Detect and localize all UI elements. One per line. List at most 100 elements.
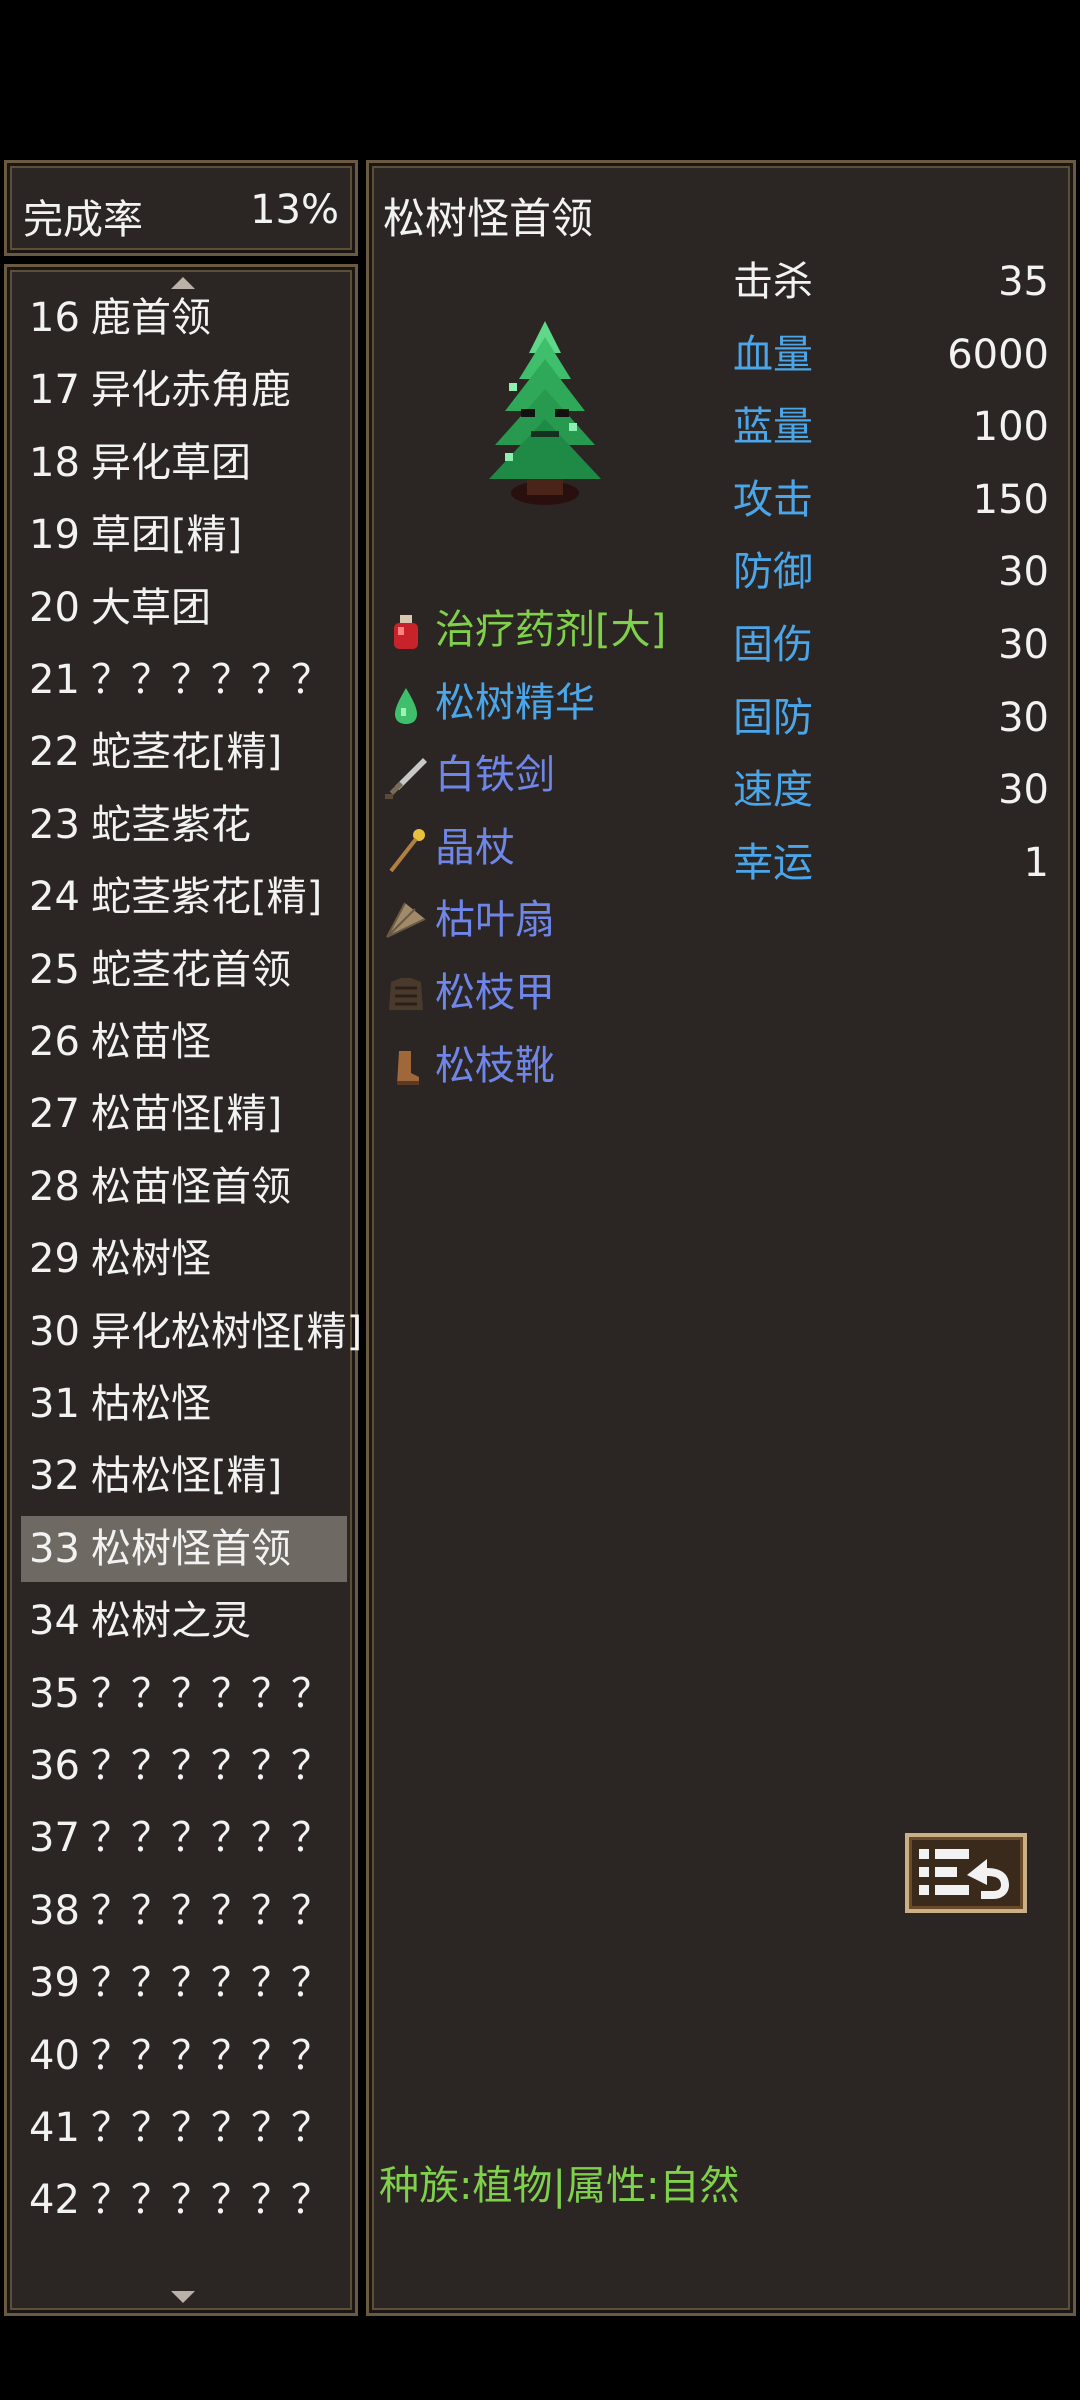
pine-tree-monster-icon xyxy=(465,313,625,513)
list-item-name: 大草团 xyxy=(91,584,211,631)
list-item[interactable]: 39？？？？？？ xyxy=(21,1950,347,2016)
list-item[interactable]: 25 蛇茎花首领 xyxy=(21,937,347,1003)
list-item-name: 松苗怪[精] xyxy=(91,1091,283,1138)
drop-item[interactable]: 治疗药剂[大] xyxy=(383,599,666,661)
list-item[interactable]: 41？？？？？？ xyxy=(21,2095,347,2161)
list-item-name: ？？？？？？ xyxy=(91,1960,331,2007)
list-item[interactable]: 34 松树之灵 xyxy=(21,1588,347,1654)
list-item-name: 蛇茎花首领 xyxy=(91,946,291,993)
list-item-name: ？？？？？？ xyxy=(91,2177,331,2224)
list-item[interactable]: 22 蛇茎花[精] xyxy=(21,719,347,785)
list-item-number: 39 xyxy=(29,1960,80,2007)
list-item-number: 22 xyxy=(29,729,80,776)
list-item[interactable]: 33 松树怪首领 xyxy=(21,1515,347,1582)
list-item-number: 29 xyxy=(29,1236,80,1283)
armor-icon xyxy=(383,970,429,1020)
drop-item[interactable]: 枯叶扇 xyxy=(383,889,555,951)
list-item-name: 松树怪首领 xyxy=(91,1525,291,1572)
exit-button[interactable] xyxy=(905,1833,1027,1913)
list-item-name: 鹿首领 xyxy=(91,295,211,341)
stat-row: 防御 30 xyxy=(733,541,1049,603)
stat-value: 30 xyxy=(998,622,1049,668)
drop-item-name: 松树精华 xyxy=(435,679,595,726)
list-item-name: 松苗怪 xyxy=(91,1019,211,1065)
completion-label: 完成率 xyxy=(23,197,143,243)
stat-value: 6000 xyxy=(947,331,1049,378)
boot-icon xyxy=(383,1043,429,1093)
stat-label: 固伤 xyxy=(733,622,813,668)
list-item[interactable]: 26 松苗怪 xyxy=(21,1009,347,1075)
list-item[interactable]: 18 异化草团 xyxy=(21,430,347,496)
stat-row: 固防 30 xyxy=(733,687,1049,749)
list-item-number: 42 xyxy=(29,2177,80,2224)
list-item-name: ？？？？？？ xyxy=(91,1887,331,1934)
species-attribute-line: 种族:植物|属性:自然 xyxy=(379,2163,740,2209)
stat-label: 血量 xyxy=(733,331,813,378)
stat-label: 固防 xyxy=(733,694,813,741)
list-item[interactable]: 17 异化赤角鹿 xyxy=(21,357,347,423)
drop-item[interactable]: 松枝甲 xyxy=(383,962,555,1024)
list-item-name: 蛇茎紫花[精] xyxy=(91,874,323,921)
list-item-name: ？？？？？？ xyxy=(91,2032,331,2079)
list-item-number: 37 xyxy=(29,1815,80,1862)
completion-panel: 完成率 13% xyxy=(4,160,358,256)
list-item[interactable]: 28 松苗怪首领 xyxy=(21,1154,347,1220)
drop-item[interactable]: 松枝靴 xyxy=(383,1035,555,1097)
list-item[interactable]: 31 枯松怪 xyxy=(21,1371,347,1437)
list-item[interactable]: 27 松苗怪[精] xyxy=(21,1081,347,1147)
list-item-name: 草团[精] xyxy=(91,512,243,559)
completion-value: 13% xyxy=(250,187,339,233)
stat-value: 30 xyxy=(998,767,1049,814)
monster-list[interactable]: 16 鹿首领 17 异化赤角鹿 18 异化草团 19 草团[精] 20 大草团 21？？？？？？ 22… xyxy=(4,264,362,2316)
list-item[interactable]: 36？？？？？？ xyxy=(21,1733,347,1799)
list-item-number: 30 xyxy=(29,1308,80,1355)
list-item[interactable]: 16 鹿首领 xyxy=(21,285,347,351)
list-item[interactable]: 29 松树怪 xyxy=(21,1226,347,1292)
drop-item-name: 治疗药剂[大] xyxy=(435,607,667,653)
list-item[interactable]: 40？？？？？？ xyxy=(21,2023,347,2089)
drop-item-name: 晶杖 xyxy=(435,824,515,871)
list-item-number: 38 xyxy=(29,1887,80,1934)
list-item-number: 21 xyxy=(29,657,80,703)
list-item-number: 18 xyxy=(29,439,80,486)
stat-row: 血量 6000 xyxy=(733,324,1049,386)
red-potion-icon xyxy=(383,607,429,657)
list-item-number: 25 xyxy=(29,946,80,993)
list-item-name: ？？？？？？ xyxy=(91,1815,331,1862)
stat-label: 幸运 xyxy=(733,839,813,886)
list-item[interactable]: 35？？？？？？ xyxy=(21,1661,347,1727)
stat-value: 150 xyxy=(972,476,1049,523)
drop-item[interactable]: 白铁剑 xyxy=(383,744,555,806)
list-item[interactable]: 19 草团[精] xyxy=(21,502,347,568)
list-item-number: 33 xyxy=(29,1525,80,1572)
list-item[interactable]: 42？？？？？？ xyxy=(21,2167,347,2233)
list-item[interactable]: 38？？？？？？ xyxy=(21,1878,347,1944)
list-item-number: 19 xyxy=(29,512,80,559)
list-item-number: 34 xyxy=(29,1598,80,1645)
stat-value: 35 xyxy=(998,259,1049,305)
list-item-number: 36 xyxy=(29,1743,80,1789)
stat-value: 100 xyxy=(972,404,1049,451)
sword-icon xyxy=(383,752,429,802)
leaf-fan-icon xyxy=(383,897,429,947)
list-item-number: 28 xyxy=(29,1163,80,1210)
list-item-number: 16 xyxy=(29,295,80,341)
drop-item-name: 松枝甲 xyxy=(435,970,555,1016)
list-item-name: 松树怪 xyxy=(91,1236,211,1283)
scroll-down-icon[interactable] xyxy=(171,2291,195,2303)
stat-label: 击杀 xyxy=(733,259,813,305)
drop-item[interactable]: 晶杖 xyxy=(383,817,515,879)
list-item[interactable]: 23 蛇茎紫花 xyxy=(21,792,347,858)
list-item[interactable]: 32 枯松怪[精] xyxy=(21,1443,347,1509)
list-item[interactable]: 30 异化松树怪[精] xyxy=(21,1299,362,1365)
list-item-number: 27 xyxy=(29,1091,80,1138)
list-item-name: 异化赤角鹿 xyxy=(91,367,291,414)
stat-label: 蓝量 xyxy=(733,404,813,451)
list-item[interactable]: 37？？？？？？ xyxy=(21,1805,347,1871)
list-item[interactable]: 20 大草团 xyxy=(21,575,347,641)
list-item-name: 松苗怪首领 xyxy=(91,1163,291,1210)
list-item-name: 异化草团 xyxy=(91,439,251,486)
list-item[interactable]: 24 蛇茎紫花[精] xyxy=(21,864,347,930)
list-item[interactable]: 21？？？？？？ xyxy=(21,647,347,713)
drop-item[interactable]: 松树精华 xyxy=(383,672,595,734)
